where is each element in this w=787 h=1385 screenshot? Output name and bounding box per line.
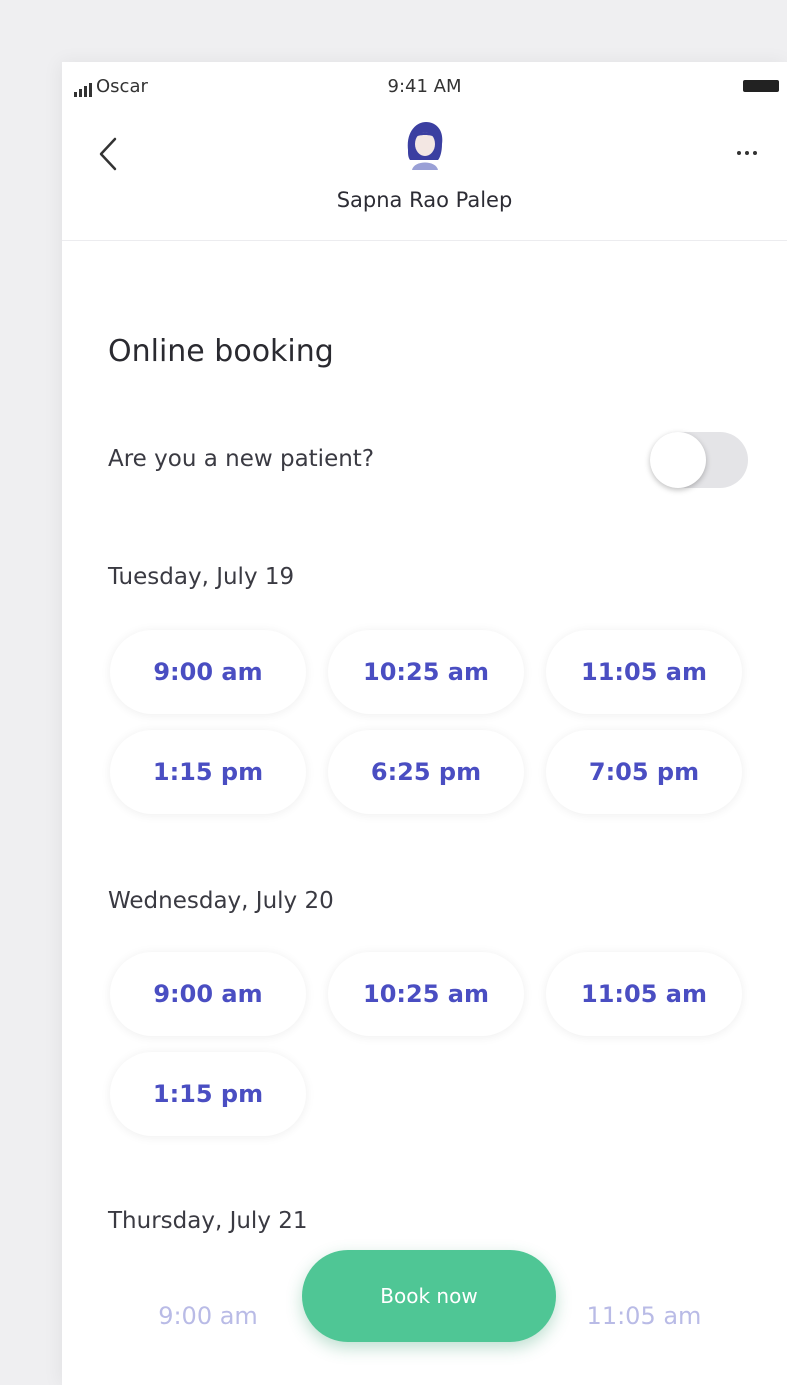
new-patient-question: Are you a new patient? xyxy=(108,446,375,472)
book-now-button[interactable]: Book now xyxy=(302,1250,556,1342)
dot-icon xyxy=(737,151,741,155)
phone-screen: Oscar 9:41 AM Sapna Rao Palep Online boo… xyxy=(62,62,787,1385)
day-label-tuesday: Tuesday, July 19 xyxy=(108,564,295,590)
time-slot[interactable]: 9:00 am xyxy=(110,1274,306,1358)
dot-icon xyxy=(745,151,749,155)
toggle-knob xyxy=(650,432,706,488)
time-slot[interactable]: 11:05 am xyxy=(546,952,742,1036)
day-label-thursday: Thursday, July 21 xyxy=(108,1208,308,1234)
chevron-left-icon xyxy=(99,137,117,171)
time-slot[interactable]: 1:15 pm xyxy=(110,730,306,814)
online-booking-title: Online booking xyxy=(108,334,334,369)
time-slot[interactable]: 10:25 am xyxy=(328,952,524,1036)
header: Sapna Rao Palep xyxy=(62,112,787,241)
time-slot[interactable]: 9:00 am xyxy=(110,630,306,714)
dot-icon xyxy=(753,151,757,155)
doctor-name: Sapna Rao Palep xyxy=(336,188,513,212)
battery-icon xyxy=(743,80,779,92)
time-slot[interactable]: 11:05 am xyxy=(546,1274,742,1358)
new-patient-row: Are you a new patient? xyxy=(108,430,748,490)
time-slot[interactable]: 10:25 am xyxy=(328,630,524,714)
time-slot[interactable]: 6:25 pm xyxy=(328,730,524,814)
avatar xyxy=(407,122,443,170)
time-slot[interactable]: 9:00 am xyxy=(110,952,306,1036)
back-button[interactable] xyxy=(86,132,130,176)
status-time: 9:41 AM xyxy=(387,76,462,97)
time-slot[interactable]: 11:05 am xyxy=(546,630,742,714)
day-label-wednesday: Wednesday, July 20 xyxy=(108,888,334,914)
time-slot[interactable]: 1:15 pm xyxy=(110,1052,306,1136)
more-options-button[interactable] xyxy=(725,138,769,168)
time-slot[interactable]: 7:05 pm xyxy=(546,730,742,814)
new-patient-toggle[interactable] xyxy=(650,432,748,488)
status-bar: Oscar 9:41 AM xyxy=(62,62,787,112)
